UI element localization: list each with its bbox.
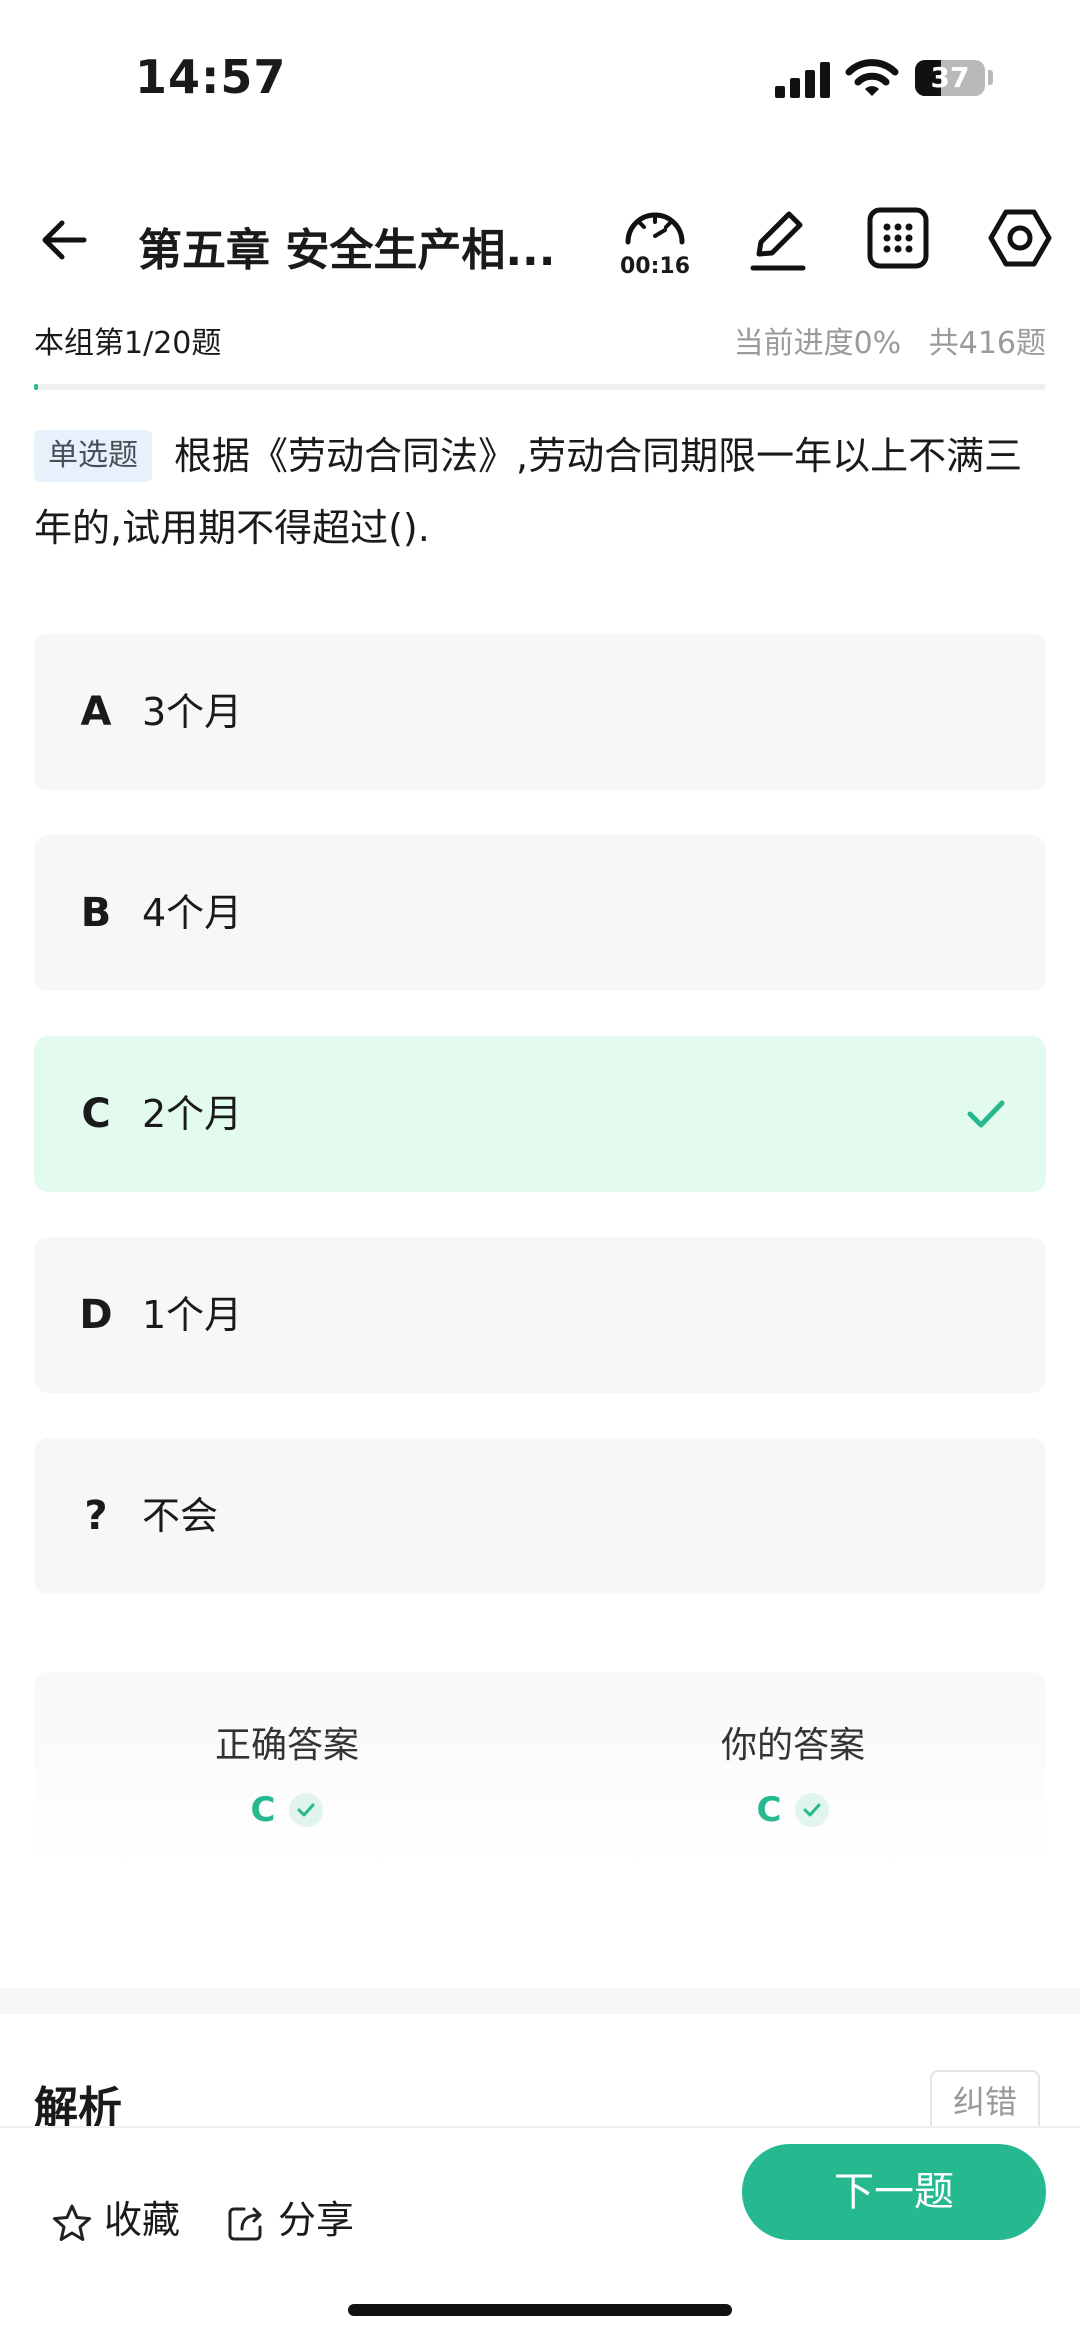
next-question-button[interactable]: 下一题: [742, 2144, 1046, 2240]
option-text: 3个月: [142, 690, 243, 734]
option-letter: C: [81, 1091, 111, 1137]
correct-answer-label: 正确答案: [214, 1725, 359, 1766]
status-bar: 14:57 37: [0, 0, 1080, 140]
question-type-badge: 单选题: [34, 430, 152, 482]
correct-check-icon: [967, 1100, 1005, 1128]
current-progress: 当前进度0%: [733, 326, 902, 361]
option-a[interactable]: A 3个月: [34, 634, 1046, 790]
progress-row: 本组第1/20题 当前进度0% 共416题: [34, 318, 1046, 361]
chapter-title: 第五章 安全生产相...: [138, 225, 556, 276]
battery-icon: 37: [915, 60, 985, 96]
favorite-label: 收藏: [104, 2198, 181, 2242]
pencil-icon[interactable]: [745, 206, 811, 274]
answer-sheet-grid-icon[interactable]: [866, 206, 930, 270]
option-b[interactable]: B 4个月: [34, 835, 1046, 991]
timer-value: 00:16: [620, 254, 691, 279]
answer-comparison-card: 正确答案 C 你的答案 C: [34, 1672, 1046, 1868]
option-text: 2个月: [142, 1092, 243, 1136]
correct-answer-letter: C: [250, 1790, 276, 1830]
option-text: 1个月: [142, 1293, 243, 1337]
question-text: 根据《劳动合同法》,劳动合同期限一年以上不满三年的,试用期不得超过().: [34, 434, 1023, 550]
battery-level: 37: [930, 61, 970, 94]
check-circle-icon: [795, 1793, 830, 1827]
option-letter: A: [80, 689, 112, 735]
option-dont-know[interactable]: ? 不会: [34, 1438, 1046, 1594]
timer-button[interactable]: 00:16: [620, 202, 690, 282]
stopwatch-icon: [625, 212, 685, 245]
share-label: 分享: [278, 2198, 355, 2242]
progress-summary: 当前进度0% 共416题: [716, 318, 1046, 362]
your-answer-letter: C: [756, 1790, 782, 1830]
group-position: 本组第1/20题: [34, 326, 222, 361]
option-text: 4个月: [142, 891, 243, 935]
practice-page: 14:57 37 第五章 安全生产相... 00:16 本组第1/20题 当前进…: [0, 0, 1080, 2341]
cellular-signal-icon: [775, 60, 831, 98]
correct-answer-column: 正确答案 C: [34, 1672, 540, 1868]
progress-bar-fill: [34, 384, 38, 390]
back-arrow-icon[interactable]: [36, 212, 92, 268]
check-circle-icon: [289, 1793, 324, 1827]
option-c[interactable]: C 2个月: [34, 1036, 1046, 1192]
option-letter: ?: [84, 1493, 108, 1539]
total-questions: 共416题: [928, 326, 1046, 361]
your-answer-label: 你的答案: [720, 1725, 865, 1766]
option-letter: D: [79, 1292, 113, 1338]
progress-bar: [34, 384, 1046, 390]
your-answer-value: C: [540, 1790, 1046, 1830]
correct-answer-value: C: [34, 1790, 540, 1830]
your-answer-column: 你的答案 C: [540, 1672, 1046, 1868]
question-stem: 单选题 根据《劳动合同法》,劳动合同期限一年以上不满三年的,试用期不得超过().: [34, 420, 1046, 564]
battery-cap: [988, 70, 993, 85]
home-indicator: [348, 2304, 732, 2316]
option-d[interactable]: D 1个月: [34, 1237, 1046, 1393]
share-button[interactable]: 分享: [226, 2190, 354, 2250]
wifi-icon: [845, 59, 899, 96]
star-icon: [53, 2204, 91, 2241]
favorite-button[interactable]: 收藏: [52, 2190, 180, 2250]
section-divider: [0, 1988, 1080, 2014]
share-icon: [228, 2207, 262, 2240]
top-nav-bar: 第五章 安全生产相... 00:16: [0, 190, 1080, 290]
report-error-button[interactable]: 纠错: [930, 2070, 1040, 2134]
option-text: 不会: [142, 1494, 219, 1538]
settings-hexagon-icon[interactable]: [986, 204, 1054, 272]
status-time: 14:57: [135, 50, 287, 104]
option-letter: B: [80, 890, 112, 936]
